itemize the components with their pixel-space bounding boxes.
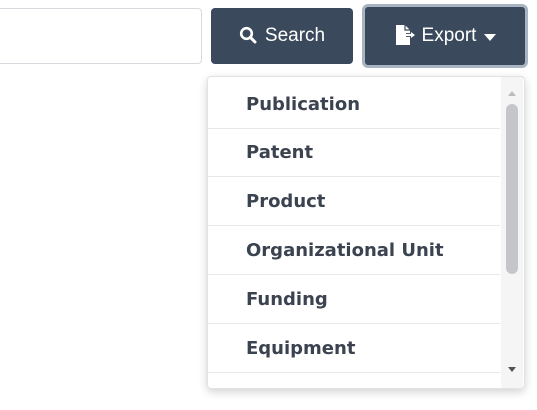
dropdown-item-equipment[interactable]: Equipment — [208, 325, 500, 373]
dropdown-scrollbar[interactable] — [501, 77, 523, 388]
scrollbar-thumb[interactable] — [506, 104, 518, 274]
scroll-up-arrow-icon[interactable] — [508, 91, 516, 96]
dropdown-item-funding[interactable]: Funding — [208, 276, 500, 324]
dropdown-item-organizational-unit[interactable]: Organizational Unit — [208, 227, 500, 275]
search-icon — [239, 26, 257, 47]
export-button-label: Export — [421, 25, 477, 46]
search-button-label: Search — [264, 25, 326, 46]
search-export-toolbar: Search Export Publication Patent Product… — [0, 0, 537, 410]
dropdown-item-patent[interactable]: Patent — [208, 129, 500, 177]
export-dropdown-menu: Publication Patent Product Organizationa… — [207, 76, 525, 389]
export-dropdown-list: Publication Patent Product Organizationa… — [208, 77, 500, 388]
caret-down-icon — [484, 33, 497, 41]
export-button[interactable]: Export — [362, 4, 528, 68]
scroll-down-arrow-icon[interactable] — [508, 367, 516, 372]
dropdown-item-publication[interactable]: Publication — [208, 81, 500, 129]
file-export-icon — [394, 24, 418, 49]
search-button[interactable]: Search — [211, 8, 353, 64]
search-input[interactable] — [0, 8, 202, 64]
dropdown-item-product[interactable]: Product — [208, 178, 500, 226]
